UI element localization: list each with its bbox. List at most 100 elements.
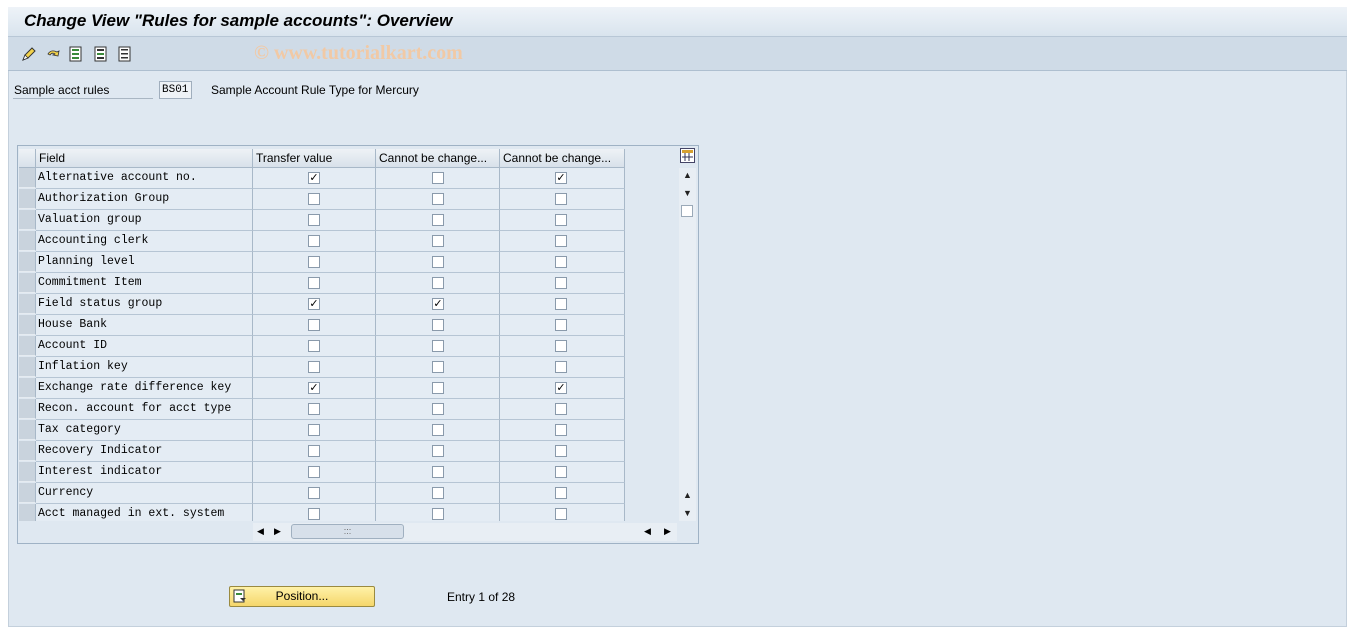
table-row[interactable]: Account ID [19,336,625,357]
transfer-value-checkbox[interactable] [308,193,320,205]
table-row[interactable]: Tax category [19,420,625,441]
transfer-value-checkbox[interactable] [308,445,320,457]
cannot-be-changed-2-checkbox[interactable] [555,508,567,520]
table-row[interactable]: Recon. account for acct type [19,399,625,420]
table-row[interactable]: Field status group ✓ ✓ [19,294,625,315]
cannot-be-changed-1-cell [376,336,500,357]
cannot-be-changed-1-checkbox[interactable] [432,172,444,184]
scroll-page-up-icon[interactable]: ▲ [679,490,696,500]
scroll-page-down-icon[interactable]: ▼ [679,508,696,518]
table-row[interactable]: Authorization Group [19,189,625,210]
transfer-value-checkbox[interactable] [308,361,320,373]
cannot-be-changed-2-checkbox[interactable]: ✓ [555,382,567,394]
row-selector[interactable] [19,336,36,356]
table-row[interactable]: Recovery Indicator [19,441,625,462]
cannot-be-changed-1-checkbox[interactable] [432,193,444,205]
transfer-value-checkbox[interactable] [308,340,320,352]
cannot-be-changed-1-checkbox[interactable] [432,277,444,289]
cannot-be-changed-2-checkbox[interactable] [555,235,567,247]
cannot-be-changed-2-checkbox[interactable] [555,445,567,457]
scroll-up-icon[interactable]: ▲ [679,170,696,180]
cannot-be-changed-1-checkbox[interactable] [432,256,444,268]
field-cell: Currency [36,483,253,504]
cannot-be-changed-2-checkbox[interactable] [555,319,567,331]
cannot-be-changed-2-checkbox[interactable] [555,403,567,415]
table-row[interactable]: Inflation key [19,357,625,378]
cannot-be-changed-2-checkbox[interactable] [555,424,567,436]
table-row[interactable]: Acct managed in ext. system [19,504,625,521]
scroll-right-icon[interactable]: ▶ [274,526,281,537]
vertical-scrollbar[interactable]: ▲ ▼ ▲ ▼ [679,168,696,521]
cannot-be-changed-1-checkbox[interactable] [432,466,444,478]
transfer-value-checkbox[interactable]: ✓ [308,298,320,310]
transfer-value-checkbox[interactable] [308,403,320,415]
transfer-value-cell [253,399,376,420]
row-selector[interactable] [19,315,36,335]
cannot-be-changed-1-checkbox[interactable] [432,382,444,394]
row-selector[interactable] [19,252,36,272]
cannot-be-changed-2-checkbox[interactable] [555,298,567,310]
cannot-be-changed-2-checkbox[interactable] [555,340,567,352]
transfer-value-checkbox[interactable] [308,235,320,247]
scroll-down-icon[interactable]: ▼ [679,188,696,198]
cannot-be-changed-1-checkbox[interactable] [432,487,444,499]
row-selector[interactable] [19,378,36,398]
table-row[interactable]: Planning level [19,252,625,273]
transfer-value-checkbox[interactable] [308,319,320,331]
row-selector[interactable] [19,231,36,251]
table-row[interactable]: Accounting clerk [19,231,625,252]
scroll-left-icon[interactable]: ◀ [257,526,264,537]
position-button[interactable]: Position... [229,586,375,607]
cannot-be-changed-2-checkbox[interactable]: ✓ [555,172,567,184]
table-row[interactable]: Valuation group [19,210,625,231]
cannot-be-changed-1-checkbox[interactable] [432,445,444,457]
scroll-far-left-icon[interactable]: ◀ [644,526,651,537]
cannot-be-changed-2-checkbox[interactable] [555,277,567,289]
row-selector[interactable] [19,420,36,440]
table-row[interactable]: Interest indicator [19,462,625,483]
cannot-be-changed-2-checkbox[interactable] [555,214,567,226]
scroll-thumb[interactable] [681,205,693,217]
transfer-value-checkbox[interactable] [308,487,320,499]
cannot-be-changed-1-checkbox[interactable] [432,340,444,352]
transfer-value-checkbox[interactable] [308,277,320,289]
cannot-be-changed-2-checkbox[interactable] [555,193,567,205]
row-selector[interactable] [19,357,36,377]
cannot-be-changed-1-checkbox[interactable] [432,508,444,520]
transfer-value-checkbox[interactable] [308,466,320,478]
row-selector[interactable] [19,483,36,503]
row-selector[interactable] [19,504,36,521]
row-selector[interactable] [19,294,36,314]
cannot-be-changed-1-checkbox[interactable] [432,424,444,436]
cannot-be-changed-1-checkbox[interactable]: ✓ [432,298,444,310]
transfer-value-checkbox[interactable] [308,424,320,436]
cannot-be-changed-1-checkbox[interactable] [432,361,444,373]
row-selector[interactable] [19,462,36,482]
cannot-be-changed-1-checkbox[interactable] [432,319,444,331]
table-row[interactable]: Exchange rate difference key ✓ ✓ [19,378,625,399]
cannot-be-changed-1-checkbox[interactable] [432,214,444,226]
transfer-value-checkbox[interactable] [308,256,320,268]
cannot-be-changed-2-checkbox[interactable] [555,487,567,499]
table-row[interactable]: Alternative account no. ✓ ✓ [19,168,625,189]
cannot-be-changed-1-checkbox[interactable] [432,235,444,247]
row-selector[interactable] [19,399,36,419]
table-row[interactable]: House Bank [19,315,625,336]
cannot-be-changed-2-checkbox[interactable] [555,361,567,373]
row-selector[interactable] [19,210,36,230]
transfer-value-checkbox[interactable] [308,214,320,226]
transfer-value-checkbox[interactable]: ✓ [308,382,320,394]
scroll-far-right-icon[interactable]: ▶ [664,526,671,537]
horizontal-scroll-thumb[interactable]: ::: [291,524,404,539]
table-row[interactable]: Commitment Item [19,273,625,294]
row-selector[interactable] [19,273,36,293]
row-selector[interactable] [19,189,36,209]
cannot-be-changed-2-checkbox[interactable] [555,256,567,268]
row-selector[interactable] [19,441,36,461]
row-selector[interactable] [19,168,36,188]
cannot-be-changed-2-checkbox[interactable] [555,466,567,478]
table-row[interactable]: Currency [19,483,625,504]
transfer-value-checkbox[interactable]: ✓ [308,172,320,184]
cannot-be-changed-1-checkbox[interactable] [432,403,444,415]
transfer-value-checkbox[interactable] [308,508,320,520]
